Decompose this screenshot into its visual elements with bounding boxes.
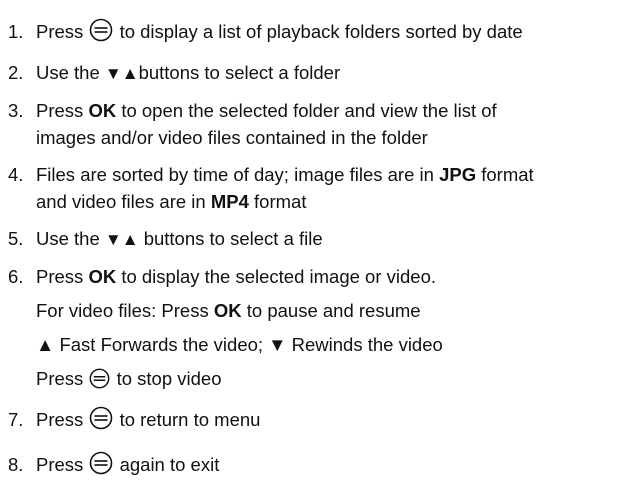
step-8: 8. Press again to exit: [8, 451, 620, 482]
step-number: 4.: [8, 164, 24, 185]
step-number: 6.: [8, 266, 24, 287]
mp4-format-label: MP4: [210, 191, 249, 212]
step-text: Press OK to open the selected folder and…: [36, 100, 497, 121]
video-pause-instruction: For video files: Press OK to pause and r…: [36, 300, 421, 321]
down-up-arrows-icon: ▼▲: [104, 230, 139, 249]
step-3: 3. Press OK to open the selected folder …: [8, 97, 620, 151]
step-7: 7. Press to return to menu: [8, 406, 620, 437]
menu-icon: [89, 406, 113, 437]
step-text: Press again to exit: [36, 451, 620, 482]
menu-icon: [89, 368, 110, 396]
step-text-line-2: images and/or video files contained in t…: [36, 127, 428, 148]
step-1: 1. Press to display a list of playback f…: [8, 18, 620, 49]
playback-steps-list: 1. Press to display a list of playback f…: [8, 18, 620, 492]
step-2: 2. Use the ▼▲buttons to select a folder: [8, 59, 620, 87]
menu-icon: [89, 18, 113, 49]
ok-key-label: OK: [88, 100, 117, 121]
jpg-format-label: JPG: [439, 164, 477, 185]
step-number: 8.: [8, 454, 24, 475]
ok-key-label: OK: [88, 266, 117, 287]
step-number: 5.: [8, 228, 24, 249]
video-stop-instruction: Press to stop video: [36, 365, 620, 396]
step-text: Files are sorted by time of day; image f…: [36, 164, 534, 185]
step-number: 7.: [8, 409, 24, 430]
step-4: 4. Files are sorted by time of day; imag…: [8, 161, 620, 215]
step-text: Press to display a list of playback fold…: [36, 18, 620, 49]
step-text: Press to return to menu: [36, 406, 620, 437]
step-text: Use the ▼▲buttons to select a folder: [36, 62, 341, 83]
step-number: 2.: [8, 62, 24, 83]
step-text-line-2: and video files are in MP4 format: [36, 191, 307, 212]
video-seek-instruction: ▲ Fast Forwards the video; ▼ Rewinds the…: [36, 334, 443, 355]
step-text: Press OK to display the selected image o…: [36, 266, 437, 287]
menu-icon: [89, 451, 113, 482]
step-number: 3.: [8, 100, 24, 121]
instructions-page: 1. Press to display a list of playback f…: [0, 0, 625, 475]
step-6: 6. Press OK to display the selected imag…: [8, 263, 620, 396]
step-5: 5. Use the ▼▲ buttons to select a file: [8, 225, 620, 253]
down-up-arrows-icon: ▼▲: [104, 64, 139, 83]
ok-key-label: OK: [213, 300, 242, 321]
step-number: 1.: [8, 21, 24, 42]
step-text: Use the ▼▲ buttons to select a file: [36, 228, 323, 249]
